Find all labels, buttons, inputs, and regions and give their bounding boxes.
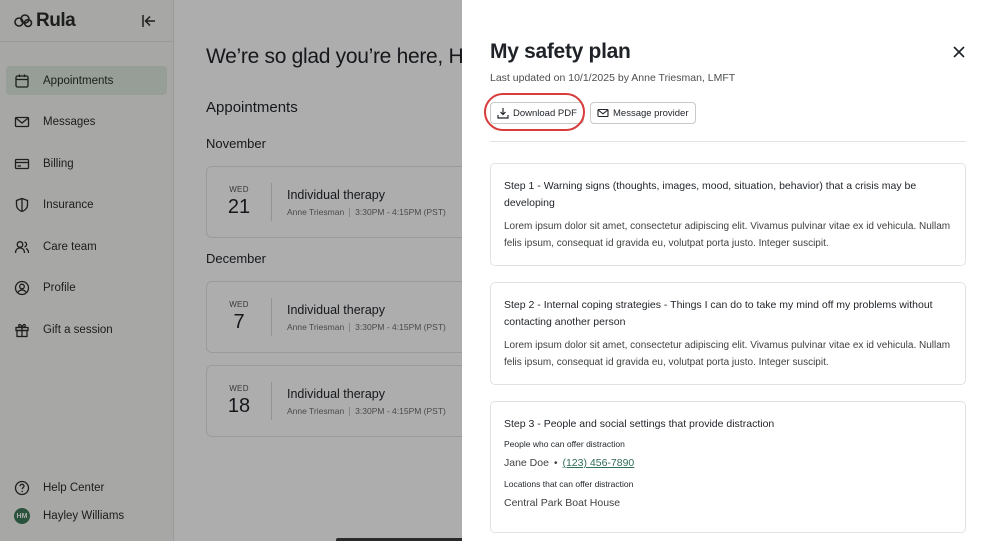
- drawer-title: My safety plan: [490, 40, 631, 63]
- safety-plan-step-3: Step 3 - People and social settings that…: [490, 401, 966, 533]
- message-provider-button[interactable]: Message provider: [590, 102, 696, 124]
- person-row: Jane Doe • (123) 456-7890: [504, 457, 952, 469]
- safety-plan-step-2: Step 2 - Internal coping strategies - Th…: [490, 282, 966, 385]
- download-pdf-label: Download PDF: [513, 107, 577, 119]
- person-name: Jane Doe: [504, 457, 549, 469]
- step-title: Step 2 - Internal coping strategies - Th…: [504, 299, 933, 328]
- download-pdf-button[interactable]: Download PDF: [490, 102, 584, 124]
- locations-label: Locations that can offer distraction: [504, 479, 634, 489]
- last-updated-text: Last updated on 10/1/2025 by Anne Triesm…: [490, 72, 736, 84]
- safety-plan-step-1: Step 1 - Warning signs (thoughts, images…: [490, 163, 966, 266]
- close-icon: [953, 46, 965, 58]
- message-provider-label: Message provider: [613, 107, 689, 119]
- bullet: •: [553, 457, 558, 469]
- mail-icon: [597, 108, 609, 118]
- download-icon: [497, 108, 509, 119]
- step-title: Step 1 - Warning signs (thoughts, images…: [504, 180, 917, 209]
- safety-plan-drawer: My safety plan Last updated on 10/1/2025…: [462, 0, 993, 541]
- close-button[interactable]: [950, 43, 968, 61]
- step-body: Lorem ipsum dolor sit amet, consectetur …: [504, 221, 951, 249]
- step-body: Lorem ipsum dolor sit amet, consectetur …: [504, 340, 951, 368]
- step-title: Step 3 - People and social settings that…: [504, 418, 775, 430]
- people-label: People who can offer distraction: [504, 439, 625, 449]
- location-value: Central Park Boat House: [504, 497, 621, 509]
- divider: [490, 141, 966, 142]
- person-phone-link[interactable]: (123) 456-7890: [562, 457, 634, 469]
